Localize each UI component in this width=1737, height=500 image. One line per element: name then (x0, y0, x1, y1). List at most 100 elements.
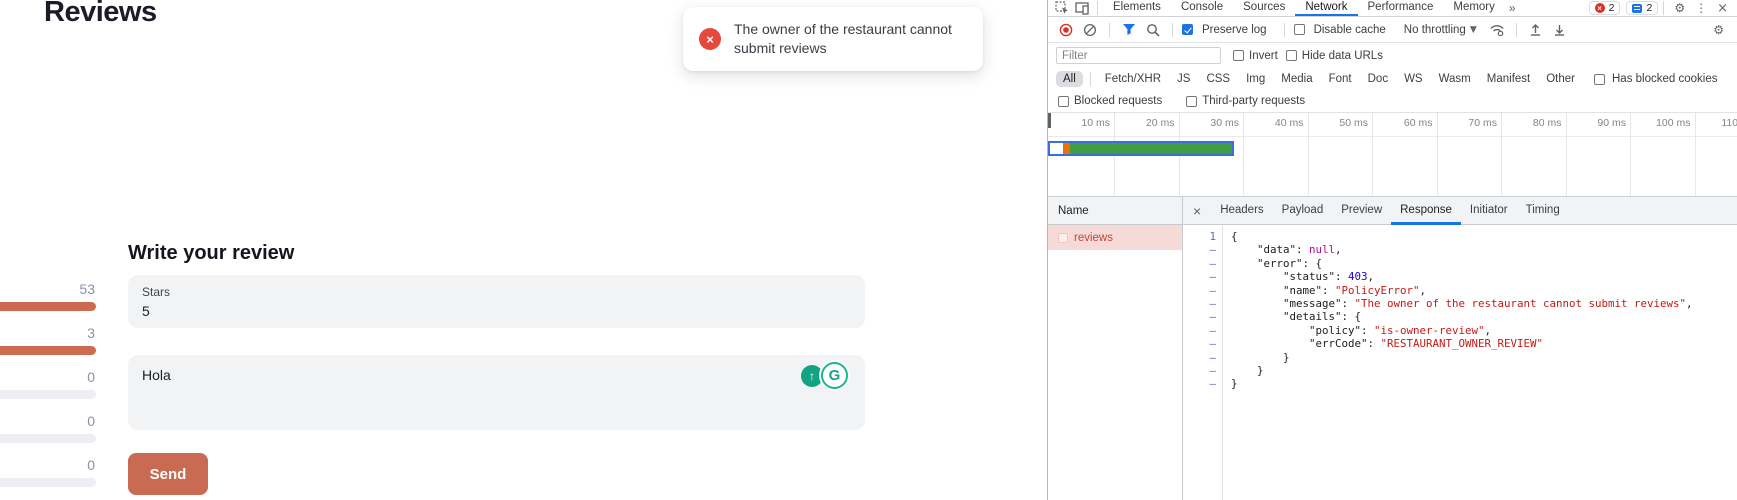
detail-tab-timing[interactable]: Timing (1517, 197, 1569, 225)
error-circle-icon: × (699, 28, 721, 50)
stars-field[interactable]: Stars 5 (128, 275, 865, 328)
tab-network[interactable]: Network (1295, 0, 1357, 16)
divider (1109, 23, 1110, 37)
name-column-header[interactable]: Name (1048, 197, 1182, 225)
chip-other[interactable]: Other (1539, 71, 1582, 87)
token: , (1335, 243, 1342, 256)
settings-gear-icon[interactable]: ⚙ (1669, 1, 1690, 15)
detail-tab-response[interactable]: Response (1391, 197, 1461, 225)
overview-selection-window[interactable] (1048, 141, 1234, 156)
error-count-badge[interactable]: × 2 (1589, 1, 1621, 15)
gutter-line-marker: – (1183, 377, 1216, 390)
chip-font[interactable]: Font (1322, 71, 1359, 87)
has-blocked-cookies-checkbox[interactable] (1594, 74, 1605, 85)
timeline-tick-label: 10 ms (1048, 117, 1110, 129)
chip-media[interactable]: Media (1274, 71, 1319, 87)
code-line: "status": 403, (1231, 270, 1737, 283)
tab-console[interactable]: Console (1171, 0, 1233, 16)
token: "The owner of the restaurant cannot subm… (1355, 297, 1687, 310)
invert-checkbox[interactable] (1233, 50, 1244, 61)
toast-message: The owner of the restaurant cannot submi… (734, 20, 965, 58)
token: , (1686, 297, 1693, 310)
grammarly-widget: ↑ G (801, 362, 849, 390)
detail-tab-payload[interactable]: Payload (1273, 197, 1333, 225)
hide-data-urls-checkbox[interactable] (1286, 50, 1297, 61)
network-filter-input[interactable] (1056, 47, 1221, 64)
chip-wasm[interactable]: Wasm (1432, 71, 1478, 87)
throttling-dropdown[interactable]: No throttling ▼ (1404, 24, 1477, 36)
code-line: { (1231, 230, 1737, 243)
gutter-line-marker: – (1183, 257, 1216, 270)
gutter-line-marker: – (1183, 351, 1216, 364)
detail-tab-bar: × HeadersPayloadPreviewResponseInitiator… (1183, 197, 1737, 225)
request-row-reviews[interactable]: reviews (1048, 225, 1182, 250)
more-tabs-button[interactable]: » (1505, 1, 1520, 15)
message-count-badge[interactable]: 2 (1626, 1, 1658, 15)
export-har-icon[interactable] (1550, 21, 1570, 39)
clear-network-log-icon[interactable] (1080, 21, 1100, 39)
chip-css[interactable]: CSS (1199, 71, 1237, 87)
device-toolbar-icon[interactable] (1072, 0, 1092, 17)
search-icon[interactable] (1143, 21, 1163, 39)
gutter-line-marker: – (1183, 243, 1216, 256)
rating-bar (0, 302, 96, 311)
timeline-tick-label: 90 ms (1560, 117, 1626, 129)
rating-count: 0 (0, 413, 95, 429)
import-har-icon[interactable] (1526, 21, 1546, 39)
disable-cache-label: Disable cache (1314, 24, 1386, 36)
tab-performance[interactable]: Performance (1358, 0, 1444, 16)
response-viewer[interactable]: 1––––––––––– { "data": null, "error": { … (1183, 225, 1737, 500)
token: "errCode": (1231, 337, 1381, 350)
chip-ws[interactable]: WS (1397, 71, 1430, 87)
kebab-menu-icon[interactable]: ⋮ (1690, 1, 1712, 15)
divider (1284, 23, 1285, 37)
devtools-tab-bar: ElementsConsoleSourcesNetworkPerformance… (1048, 0, 1737, 17)
detail-tab-headers[interactable]: Headers (1211, 197, 1272, 225)
blocked-requests-checkbox[interactable] (1058, 96, 1069, 107)
tab-memory[interactable]: Memory (1443, 0, 1505, 16)
app-root: Reviews × The owner of the restaurant ca… (0, 0, 1737, 500)
token: "name": (1231, 284, 1335, 297)
chip-fetchxhr[interactable]: Fetch/XHR (1098, 71, 1168, 87)
error-badge-icon: × (1595, 3, 1605, 13)
token: } (1231, 364, 1264, 377)
gutter-line-marker: 1 (1183, 230, 1216, 243)
preserve-log-checkbox[interactable] (1182, 24, 1193, 35)
chip-manifest[interactable]: Manifest (1480, 71, 1537, 87)
chip-img[interactable]: Img (1239, 71, 1272, 87)
code-line: "message": "The owner of the restaurant … (1231, 297, 1737, 310)
token: "details": { (1231, 310, 1361, 323)
timeline-tick-label: 40 ms (1238, 117, 1304, 129)
send-button[interactable]: Send (128, 453, 208, 495)
request-filters-row: Blocked requestsThird-party requests (1048, 90, 1737, 113)
network-overview-timeline[interactable]: 10 ms20 ms30 ms40 ms50 ms60 ms70 ms80 ms… (1048, 113, 1737, 197)
chip-all[interactable]: All (1056, 71, 1083, 87)
tab-sources[interactable]: Sources (1233, 0, 1295, 16)
grammarly-icon[interactable]: G (821, 362, 848, 389)
filter-funnel-icon[interactable] (1119, 21, 1139, 39)
record-network-log-icon[interactable] (1056, 21, 1076, 39)
resource-type-chips: All Fetch/XHRJSCSSImgMediaFontDocWSWasmMa… (1048, 68, 1737, 90)
third-party-requests-checkbox[interactable] (1186, 96, 1197, 107)
network-settings-gear-icon[interactable]: ⚙ (1708, 23, 1729, 37)
review-textarea[interactable]: Hola ↑ G (128, 355, 865, 430)
rating-count: 0 (0, 369, 95, 385)
chip-js[interactable]: JS (1170, 71, 1197, 87)
chip-doc[interactable]: Doc (1361, 71, 1395, 87)
rating-count: 0 (0, 457, 95, 473)
disable-cache-checkbox[interactable] (1294, 24, 1305, 35)
detail-tab-preview[interactable]: Preview (1332, 197, 1391, 225)
divider (1090, 72, 1091, 86)
detail-tab-initiator[interactable]: Initiator (1461, 197, 1517, 225)
waterfall-download-segment (1070, 143, 1232, 154)
inspect-element-icon[interactable] (1052, 0, 1072, 17)
close-devtools-icon[interactable]: × (1712, 1, 1733, 16)
tab-elements[interactable]: Elements (1103, 0, 1171, 16)
timeline-tick-label: 30 ms (1173, 117, 1239, 129)
assistant-arrow-icon[interactable]: ↑ (801, 365, 823, 387)
rating-count: 53 (0, 281, 95, 297)
token: , (1420, 284, 1427, 297)
close-detail-icon[interactable]: × (1183, 203, 1211, 219)
network-conditions-icon[interactable] (1487, 21, 1507, 39)
request-filter-label: Blocked requests (1074, 95, 1162, 107)
